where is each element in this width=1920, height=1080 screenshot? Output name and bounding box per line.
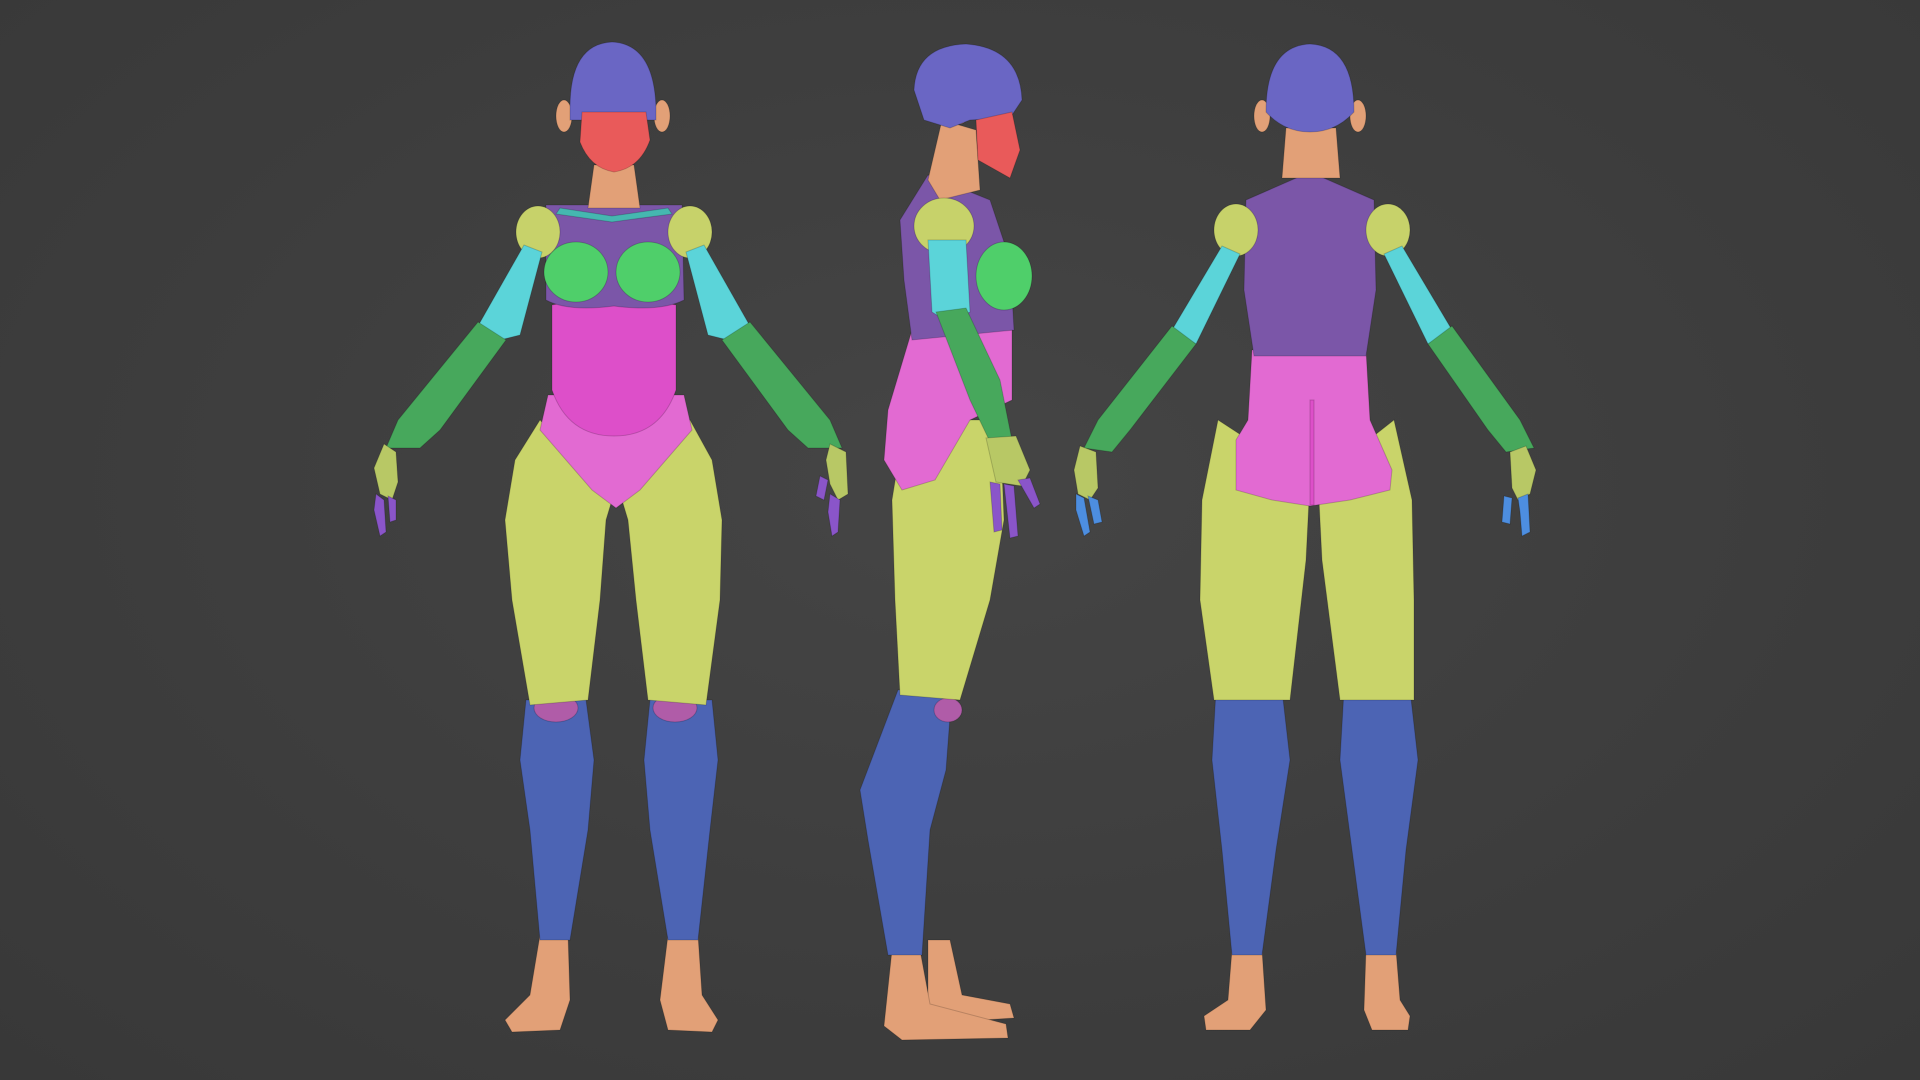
side-breast	[975, 241, 1033, 311]
front-belly	[551, 297, 677, 437]
front-left-shin	[519, 699, 595, 941]
front-face-mask	[579, 111, 651, 173]
back-left-upper-arm	[1171, 245, 1241, 345]
back-left-hand	[1073, 445, 1099, 501]
front-right-upper-arm	[685, 244, 751, 341]
front-left-fingers	[373, 493, 397, 537]
side-knee	[933, 697, 963, 723]
back-left-forearm	[1083, 325, 1197, 453]
front-head	[569, 41, 657, 121]
back-right-hand	[1509, 445, 1537, 501]
front-left-upper-arm	[477, 244, 543, 341]
back-left-foot	[1203, 949, 1267, 1031]
front-right-hand	[825, 443, 849, 501]
back-neck	[1281, 127, 1341, 179]
back-right-foot	[1363, 949, 1411, 1031]
front-view	[373, 41, 849, 1033]
back-right-forearm	[1427, 325, 1535, 453]
back-left-shin	[1211, 689, 1291, 956]
back-buttocks-divide	[1309, 399, 1315, 506]
front-right-forearm	[721, 321, 843, 449]
side-front-shin	[859, 689, 953, 956]
side-face-mask	[975, 111, 1021, 179]
viewport-3d[interactable]	[0, 0, 1920, 1080]
back-torso	[1243, 171, 1377, 357]
front-right-shin	[643, 699, 719, 941]
back-right-upper-arm	[1383, 245, 1453, 345]
back-right-shin	[1339, 689, 1419, 956]
front-right-breast	[615, 241, 681, 303]
side-view	[859, 43, 1041, 1041]
back-right-fingers	[1501, 493, 1531, 537]
front-left-foot	[504, 934, 571, 1033]
side-fingers	[989, 477, 1041, 539]
side-neck	[927, 119, 981, 201]
back-head	[1265, 43, 1355, 133]
back-left-fingers	[1075, 493, 1103, 537]
back-view	[1073, 43, 1537, 1031]
character-turnaround	[373, 41, 1537, 1041]
front-left-forearm	[385, 321, 507, 449]
front-left-hand	[373, 443, 399, 501]
front-right-foot	[659, 934, 719, 1033]
